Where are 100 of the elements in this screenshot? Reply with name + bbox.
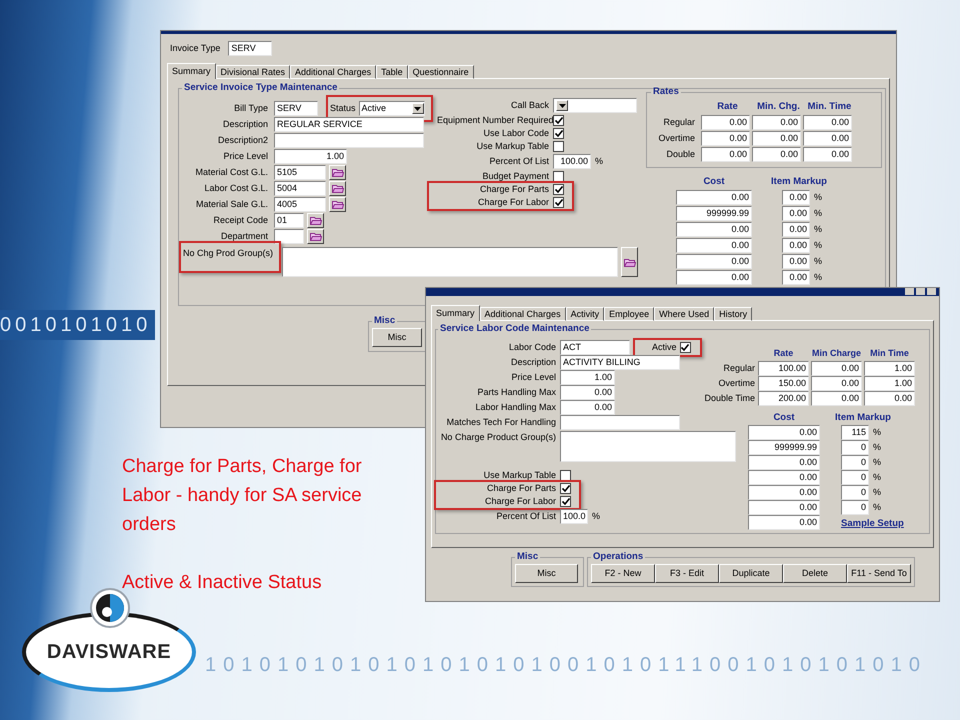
button[interactable]: F3 - Edit (655, 564, 719, 584)
lookup-button[interactable] (329, 181, 346, 196)
input-field[interactable] (560, 431, 736, 462)
dropdown[interactable] (553, 98, 637, 114)
button[interactable]: F2 - New (591, 564, 655, 584)
checkbox[interactable] (560, 496, 571, 508)
lookup-button[interactable] (329, 165, 346, 180)
checkbox[interactable] (560, 483, 571, 494)
input-field[interactable]: 0.00 (748, 500, 820, 515)
input-field[interactable]: 999999.99 (748, 440, 820, 455)
tab[interactable]: Where Used (654, 307, 714, 321)
checkbox[interactable] (553, 115, 564, 126)
input-field[interactable]: 0.00 (782, 206, 810, 221)
input-field[interactable]: 0.00 (864, 390, 915, 406)
input-field[interactable]: 0.00 (752, 146, 801, 162)
input-field[interactable]: 0.00 (676, 270, 752, 285)
input-field[interactable]: ACT (560, 340, 630, 356)
input-field[interactable]: 0 (841, 470, 869, 485)
input-field[interactable]: 0.00 (782, 270, 810, 285)
input-field[interactable] (274, 229, 304, 244)
input-field[interactable]: 0.00 (748, 515, 820, 530)
input-field[interactable]: 0.00 (782, 254, 810, 269)
input-field[interactable]: 100.00 (553, 154, 591, 170)
input-field[interactable]: 0.00 (676, 222, 752, 237)
input-field[interactable]: 0.00 (748, 470, 820, 485)
input-field[interactable]: REGULAR SERVICE (274, 117, 424, 132)
tab[interactable]: Summary (431, 305, 480, 321)
input-field[interactable]: 0.00 (748, 485, 820, 500)
lookup-button[interactable] (329, 197, 346, 212)
input-field[interactable]: 0.00 (560, 400, 615, 416)
input-field[interactable]: 100.00 (758, 360, 809, 376)
input-field[interactable]: 0.00 (811, 376, 862, 391)
input-field[interactable]: 0.00 (701, 130, 750, 146)
input-field[interactable]: 0.00 (803, 146, 852, 162)
input-field[interactable]: 200.00 (758, 390, 809, 406)
input-field[interactable]: 0.00 (748, 425, 820, 440)
input-field[interactable]: 1.00 (560, 370, 615, 386)
tab[interactable]: Employee (604, 307, 654, 321)
tab[interactable]: Divisional Rates (216, 65, 290, 79)
sample-setup-link[interactable]: Sample Setup (841, 517, 904, 532)
input-field[interactable]: 1.00 (274, 149, 347, 164)
input-field[interactable]: 0.00 (803, 114, 852, 130)
input-field[interactable] (274, 133, 424, 148)
input-field[interactable] (560, 415, 680, 430)
input-field[interactable]: 1.00 (864, 360, 915, 376)
input-field[interactable]: 0.00 (782, 222, 810, 237)
tab[interactable]: Summary (167, 63, 216, 79)
input-field[interactable]: 0.00 (752, 130, 801, 146)
lookup-button[interactable] (307, 213, 324, 228)
checkbox[interactable] (553, 141, 564, 152)
input-field[interactable]: 0.00 (782, 190, 810, 205)
checkbox[interactable] (560, 470, 571, 482)
button[interactable]: Misc (515, 564, 578, 584)
input-field[interactable]: 5105 (274, 165, 326, 180)
tab[interactable]: History (714, 307, 752, 321)
input-field[interactable]: 0.00 (811, 360, 862, 376)
input-field[interactable]: 0.00 (560, 385, 615, 400)
input-field[interactable]: 0.00 (676, 190, 752, 205)
checkbox[interactable] (680, 342, 691, 354)
dropdown[interactable]: Active (358, 101, 425, 116)
tab[interactable]: Activity (566, 307, 604, 321)
button[interactable]: Duplicate (719, 564, 783, 584)
lookup-button[interactable] (621, 247, 638, 278)
input-field[interactable]: 0.00 (782, 238, 810, 253)
button[interactable]: Misc (372, 328, 422, 348)
input-field[interactable]: 0 (841, 485, 869, 500)
input-field[interactable]: 0 (841, 455, 869, 470)
input-field[interactable]: 999999.99 (676, 206, 752, 221)
input-field[interactable]: 0.00 (803, 130, 852, 146)
checkbox[interactable] (553, 197, 564, 208)
input-field[interactable]: 01 (274, 213, 304, 228)
input-field[interactable]: 0.00 (701, 146, 750, 162)
input-field[interactable]: 100.0 (560, 509, 588, 524)
input-field[interactable]: 115 (841, 425, 869, 440)
input-field[interactable]: 0 (841, 500, 869, 515)
input-field[interactable] (282, 247, 618, 278)
checkbox[interactable] (553, 171, 564, 182)
input-field[interactable]: 4005 (274, 197, 326, 212)
tab[interactable]: Table (376, 65, 408, 79)
input-field[interactable]: 150.00 (758, 376, 809, 391)
input-field[interactable]: 0 (841, 440, 869, 455)
checkbox[interactable] (553, 128, 564, 140)
input-field[interactable]: SERV (228, 41, 272, 56)
button[interactable]: Delete (783, 564, 847, 584)
input-field[interactable]: 0.00 (701, 114, 750, 130)
input-field[interactable]: 0.00 (676, 254, 752, 269)
input-field[interactable]: 0.00 (748, 455, 820, 470)
button[interactable]: F11 - Send To (847, 564, 911, 584)
input-field[interactable]: 5004 (274, 181, 326, 196)
checkbox[interactable] (553, 184, 564, 196)
input-field[interactable]: 0.00 (752, 114, 801, 130)
input-field[interactable]: ACTIVITY BILLING (560, 355, 680, 370)
lookup-button[interactable] (307, 229, 324, 244)
input-field[interactable]: 0.00 (676, 238, 752, 253)
tab[interactable]: Questionnaire (408, 65, 474, 79)
tab[interactable]: Additional Charges (290, 65, 376, 79)
input-field[interactable]: 0.00 (811, 390, 862, 406)
input-field[interactable]: 1.00 (864, 376, 915, 391)
input-field[interactable]: SERV (274, 101, 318, 116)
tab[interactable]: Additional Charges (480, 307, 566, 321)
